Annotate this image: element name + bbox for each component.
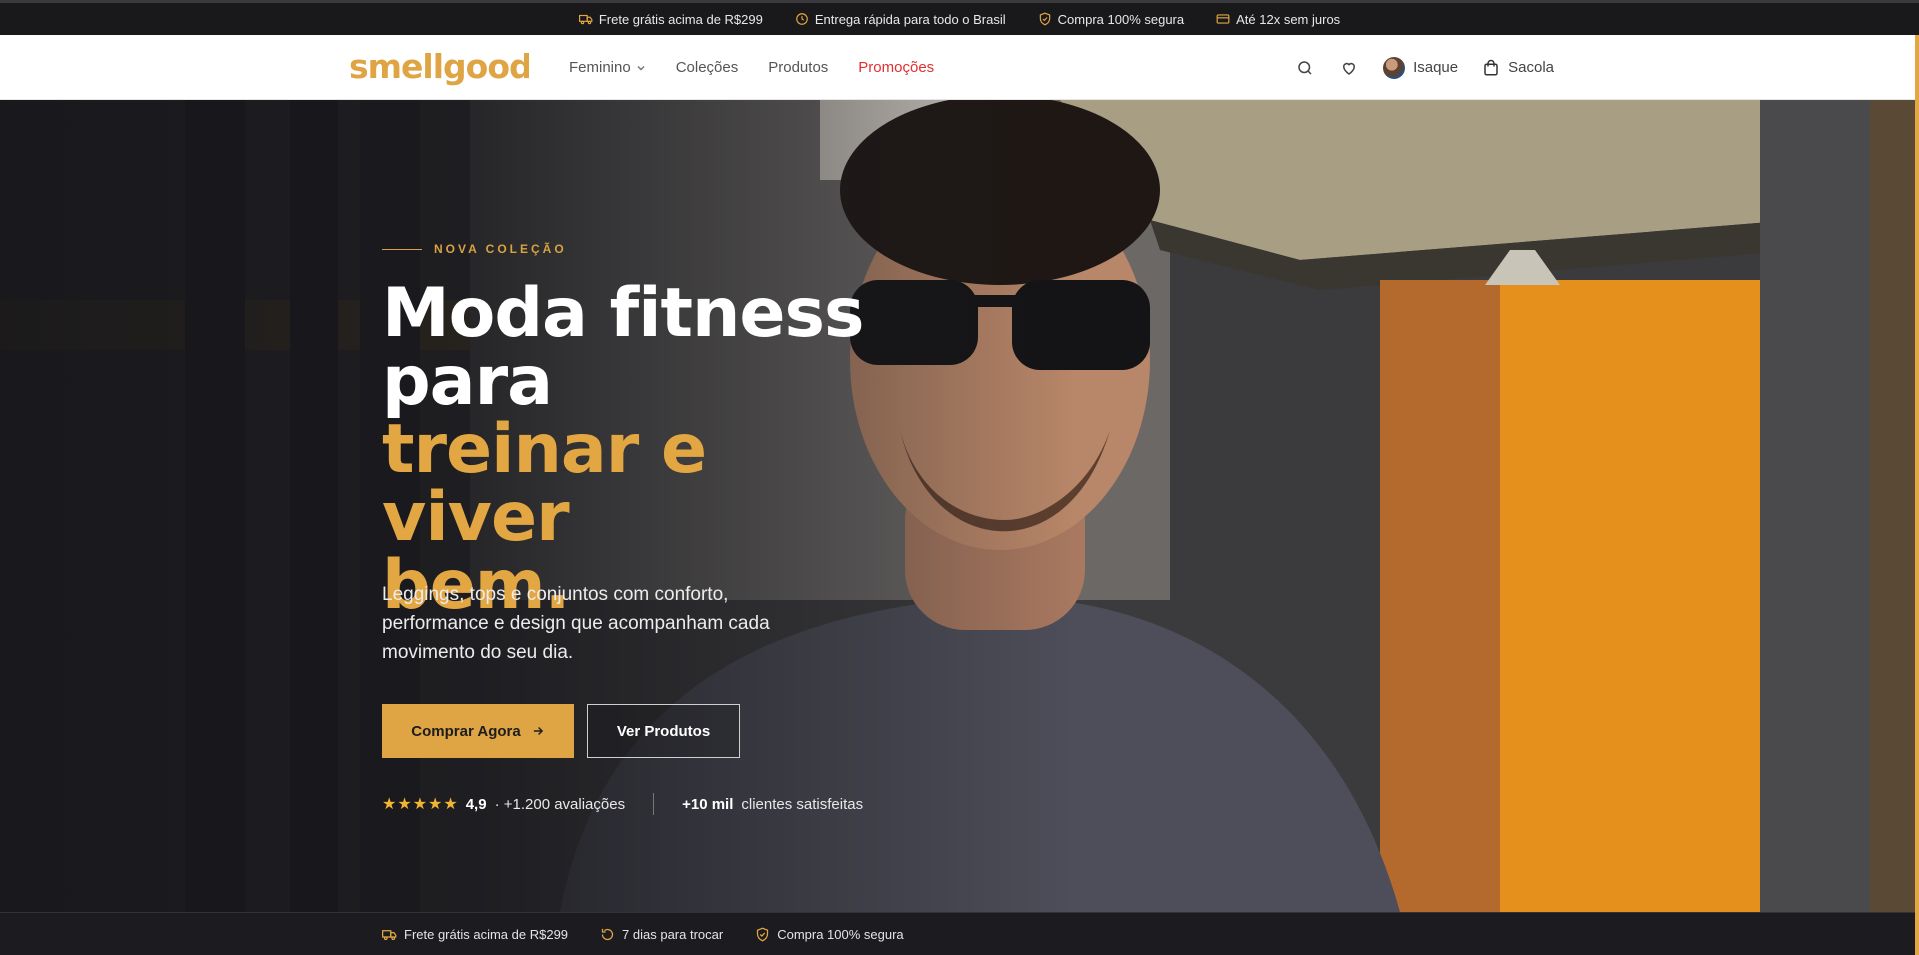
hero-subtitle: Leggings, tops e conjuntos com conforto,… [382,584,770,663]
feature-text: Frete grátis acima de R$299 [404,926,569,942]
feature-secure: Compra 100% segura [755,926,904,942]
nav-item-label: Feminino [569,59,631,76]
feature-text: 7 dias para trocar [622,926,724,942]
nav-item-feminino[interactable]: Feminino [569,59,646,76]
divider [653,793,655,815]
announcement-installments: Até 12x sem juros [1216,12,1340,27]
feature-text: Compra 100% segura [777,926,904,942]
view-products-button[interactable]: Ver Produtos [587,704,740,758]
eyebrow-text: NOVA COLEÇÃO [434,242,567,256]
user-account-button[interactable]: Isaque [1383,56,1459,79]
headline-line-2: para [382,342,553,421]
logo[interactable]: smellgood [349,47,529,87]
nav-item-label: Promoções [858,59,935,76]
nav-item-colecoes[interactable]: Coleções [676,59,739,76]
announcement-text: Até 12x sem juros [1236,11,1341,27]
hero-banner: NOVA COLEÇÃO Moda fitness para treinar e… [0,100,1919,912]
nav-item-produtos[interactable]: Produtos [768,59,828,76]
hero-social-proof: ★ ★ ★ ★ ★ 4,9 · +1.200 avaliações +10 mil cl… [382,793,863,815]
scrollbar[interactable] [1915,35,1919,955]
features-bar: Frete grátis acima de R$299 7 dias para … [0,912,1919,955]
announcement-shipping: Frete grátis acima de R$299 [578,11,763,27]
hero-eyebrow: NOVA COLEÇÃO [382,242,567,256]
feature-returns: 7 dias para trocar [600,927,723,942]
header-actions: Isaque Sacola [1295,35,1554,100]
customers-text: clientes satisfeitas [741,795,864,813]
chevron-down-icon [637,65,645,71]
nav-item-label: Coleções [675,59,739,76]
star-icon: ★ [443,796,458,813]
hero-overlay [0,100,1919,912]
star-icon: ★ [412,796,428,813]
main-nav: Feminino Coleções Produtos Promoções [569,35,934,100]
headline-line-1: Moda fitness [382,274,865,353]
shopping-bag-icon [1484,59,1498,75]
heart-icon [1343,62,1356,75]
announcement-delivery: Entrega rápida para todo o Brasil [795,12,1006,27]
truck-icon [382,929,397,940]
avatar [1383,56,1406,79]
search-button[interactable] [1295,58,1315,78]
search-icon [1298,60,1312,75]
customers-count: +10 mil [682,795,734,813]
rating-count: · +1.200 avaliações [494,795,626,813]
star-icon: ★ [428,796,443,813]
wishlist-button[interactable] [1339,58,1359,78]
bag-label: Sacola [1508,59,1554,76]
star-icon: ★ [397,796,412,813]
truck-icon [578,14,593,25]
announcement-text: Frete grátis acima de R$299 [598,11,763,27]
announcement-text: Compra 100% segura [1057,11,1185,27]
announcement-text: Entrega rápida para todo o Brasil [814,11,1006,27]
rating-value: 4,9 [465,795,487,813]
shopping-bag-button[interactable]: Sacola [1482,59,1554,77]
credit-card-icon [1216,14,1230,24]
nav-item-label: Produtos [768,59,829,76]
button-label: Ver Produtos [616,722,711,740]
shield-check-icon [757,927,769,941]
eyebrow-line [382,248,422,250]
shop-now-button[interactable]: Comprar Agora [382,704,574,758]
star-icon: ★ [382,796,397,813]
feature-shipping: Frete grátis acima de R$299 [382,927,568,942]
hero-cta-group: Comprar Agora Ver Produtos [382,704,740,758]
hero-headline: Moda fitness para treinar e viver bem. [382,280,902,620]
refresh-icon [601,928,614,940]
announcement-bar: Frete grátis acima de R$299 Entrega rápi… [0,0,1919,35]
rating-stars: ★ ★ ★ ★ ★ [382,794,458,814]
announcement-secure: Compra 100% segura [1038,12,1184,27]
headline-line-3: treinar e viver [382,410,707,557]
button-label: Comprar Agora [411,722,521,740]
shield-check-icon [1039,12,1050,26]
logo-text: smellgood [349,47,529,86]
arrow-right-icon [533,726,543,736]
site-header: smellgood Feminino Coleções Produtos Pro… [0,35,1919,100]
nav-item-promocoes[interactable]: Promoções [858,59,934,76]
clock-icon [796,13,808,25]
user-name: Isaque [1413,59,1459,76]
